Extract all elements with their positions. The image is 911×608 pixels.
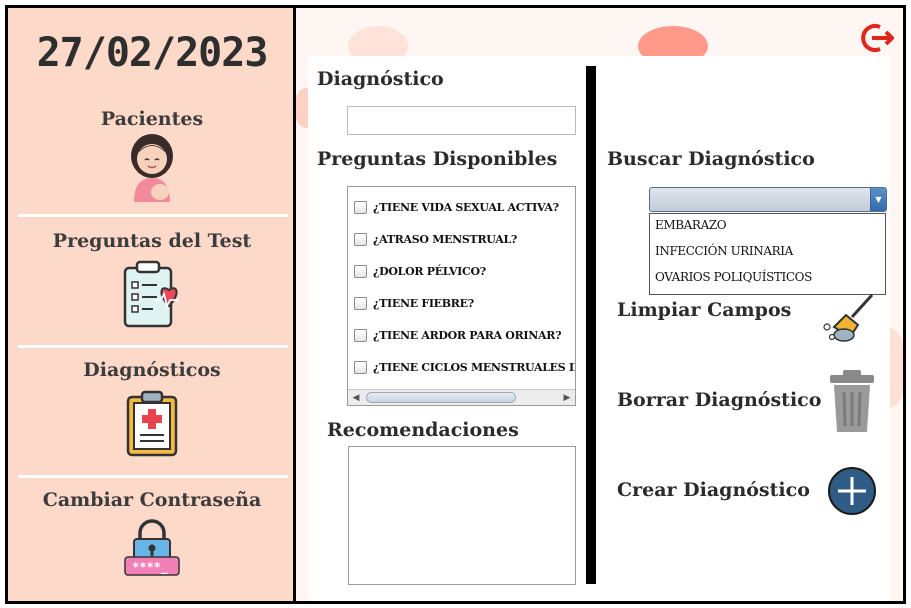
- clipboard-heartbeat-icon: [123, 260, 179, 328]
- recomendaciones-textarea[interactable]: [348, 446, 576, 585]
- list-item[interactable]: ¿TIENE VIDA SEXUAL ACTIVA?: [354, 198, 559, 216]
- sidebar-item-label: Pacientes: [100, 108, 204, 130]
- question-label: ¿DOLOR PÉLVICO?: [373, 264, 486, 278]
- sidebar-separator: [18, 345, 288, 348]
- question-label: ¿ATRASO MENSTRUAL?: [373, 232, 518, 246]
- recomendaciones-label: Recomendaciones: [327, 419, 519, 441]
- sidebar-separator: [18, 475, 288, 478]
- password-lock-icon: ****_: [124, 519, 180, 576]
- app-window: 27/02/2023 Pacientes Preguntas del Test: [5, 5, 906, 604]
- sidebar-item-diagnosticos[interactable]: Diagnósticos: [8, 359, 296, 457]
- sidebar-item-label: Cambiar Contraseña: [42, 489, 262, 511]
- chevron-down-icon[interactable]: ▼: [870, 188, 886, 211]
- sidebar: 27/02/2023 Pacientes Preguntas del Test: [8, 8, 296, 601]
- patient-icon: [131, 134, 173, 202]
- preguntas-label: Preguntas Disponibles: [317, 148, 558, 170]
- trash-icon: [830, 370, 874, 432]
- dropdown-option[interactable]: EMBARAZO: [655, 215, 727, 235]
- crear-diagnostico-button[interactable]: Crear Diagnóstico: [617, 466, 882, 518]
- scrollbar-thumb[interactable]: [366, 392, 516, 403]
- sidebar-item-pacientes[interactable]: Pacientes: [8, 108, 296, 202]
- panel-divider: [586, 66, 596, 584]
- question-checkbox[interactable]: [354, 264, 367, 278]
- dropdown-option[interactable]: INFECCIÓN URINARIA: [655, 241, 793, 261]
- add-icon: [828, 467, 876, 515]
- borrar-diagnostico-label: Borrar Diagnóstico: [617, 389, 822, 411]
- question-checkbox[interactable]: [354, 232, 367, 246]
- list-item[interactable]: ¿TIENE ARDOR PARA ORINAR?: [354, 326, 562, 344]
- preguntas-list[interactable]: ¿TIENE VIDA SEXUAL ACTIVA? ¿ATRASO MENST…: [347, 186, 576, 406]
- crear-diagnostico-label: Crear Diagnóstico: [617, 479, 810, 501]
- dropdown-option[interactable]: OVARIOS POLIQUÍSTICOS: [655, 267, 812, 287]
- question-label: ¿TIENE ARDOR PARA ORINAR?: [373, 328, 562, 342]
- scroll-left-icon[interactable]: ◀: [350, 392, 362, 404]
- sidebar-item-label: Preguntas del Test: [52, 230, 252, 252]
- list-item[interactable]: ¿TIENE FIEBRE?: [354, 294, 474, 312]
- question-label: ¿TIENE FIEBRE?: [373, 296, 474, 310]
- current-date: 27/02/2023: [36, 30, 269, 76]
- svg-text:****_: ****_: [132, 560, 169, 575]
- limpiar-campos-button[interactable]: Limpiar Campos: [617, 293, 882, 343]
- question-checkbox[interactable]: [354, 360, 367, 374]
- sidebar-item-preguntas[interactable]: Preguntas del Test: [8, 230, 296, 332]
- diagnostico-search-select[interactable]: ▼: [649, 187, 887, 212]
- diagnostico-input[interactable]: [347, 106, 576, 135]
- question-checkbox[interactable]: [354, 296, 367, 310]
- limpiar-campos-label: Limpiar Campos: [617, 299, 792, 321]
- list-item[interactable]: ¿ATRASO MENSTRUAL?: [354, 230, 517, 248]
- sidebar-item-cambiar-contrasena[interactable]: Cambiar Contraseña ****_: [8, 489, 296, 579]
- question-label: ¿TIENE CICLOS MENSTRUALES IRRE: [373, 360, 575, 374]
- question-label: ¿TIENE VIDA SEXUAL ACTIVA?: [373, 200, 559, 214]
- logout-icon[interactable]: [860, 22, 894, 54]
- sidebar-item-label: Diagnósticos: [83, 359, 221, 381]
- borrar-diagnostico-button[interactable]: Borrar Diagnóstico: [617, 368, 882, 438]
- medical-clipboard-icon: [126, 390, 178, 457]
- scroll-right-icon[interactable]: ▶: [561, 392, 573, 404]
- horizontal-scrollbar[interactable]: ◀ ▶: [348, 389, 575, 405]
- broom-icon: [823, 293, 874, 342]
- question-checkbox[interactable]: [354, 328, 367, 342]
- question-checkbox[interactable]: [354, 200, 367, 214]
- list-item[interactable]: ¿DOLOR PÉLVICO?: [354, 262, 486, 280]
- diagnostico-dropdown: EMBARAZO INFECCIÓN URINARIA OVARIOS POLI…: [649, 213, 886, 295]
- buscar-diagnostico-label: Buscar Diagnóstico: [607, 148, 815, 170]
- sidebar-separator: [18, 214, 288, 217]
- diagnostico-label: Diagnóstico: [317, 68, 444, 90]
- list-item[interactable]: ¿TIENE CICLOS MENSTRUALES IRRE: [354, 358, 575, 376]
